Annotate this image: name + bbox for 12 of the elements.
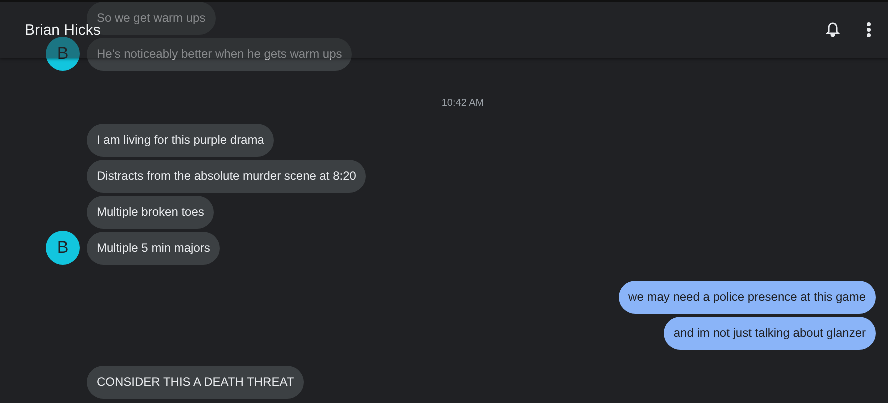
message-bubble: Distracts from the absolute murder scene at 8:20 bbox=[87, 160, 366, 193]
notification-bell-icon[interactable] bbox=[824, 21, 842, 39]
timestamp: 10:42 AM bbox=[440, 98, 484, 109]
contact-name: Brian Hicks bbox=[25, 22, 101, 38]
message-bubble: we may need a police presence at this game bbox=[618, 281, 876, 314]
message-bubble: Multiple 5 min majors bbox=[87, 232, 220, 265]
message-bubble: I am living for this purple drama bbox=[87, 124, 274, 157]
message-bubble: and im not just talking about glanzer bbox=[664, 317, 876, 350]
message-bubble: He’s noticeably better when he gets warm ups bbox=[87, 38, 352, 71]
message-bubble: Multiple broken toes bbox=[87, 196, 214, 229]
message-bubble: CONSIDER THIS A DEATH THREAT bbox=[87, 366, 304, 399]
avatar[interactable]: B bbox=[46, 231, 80, 265]
